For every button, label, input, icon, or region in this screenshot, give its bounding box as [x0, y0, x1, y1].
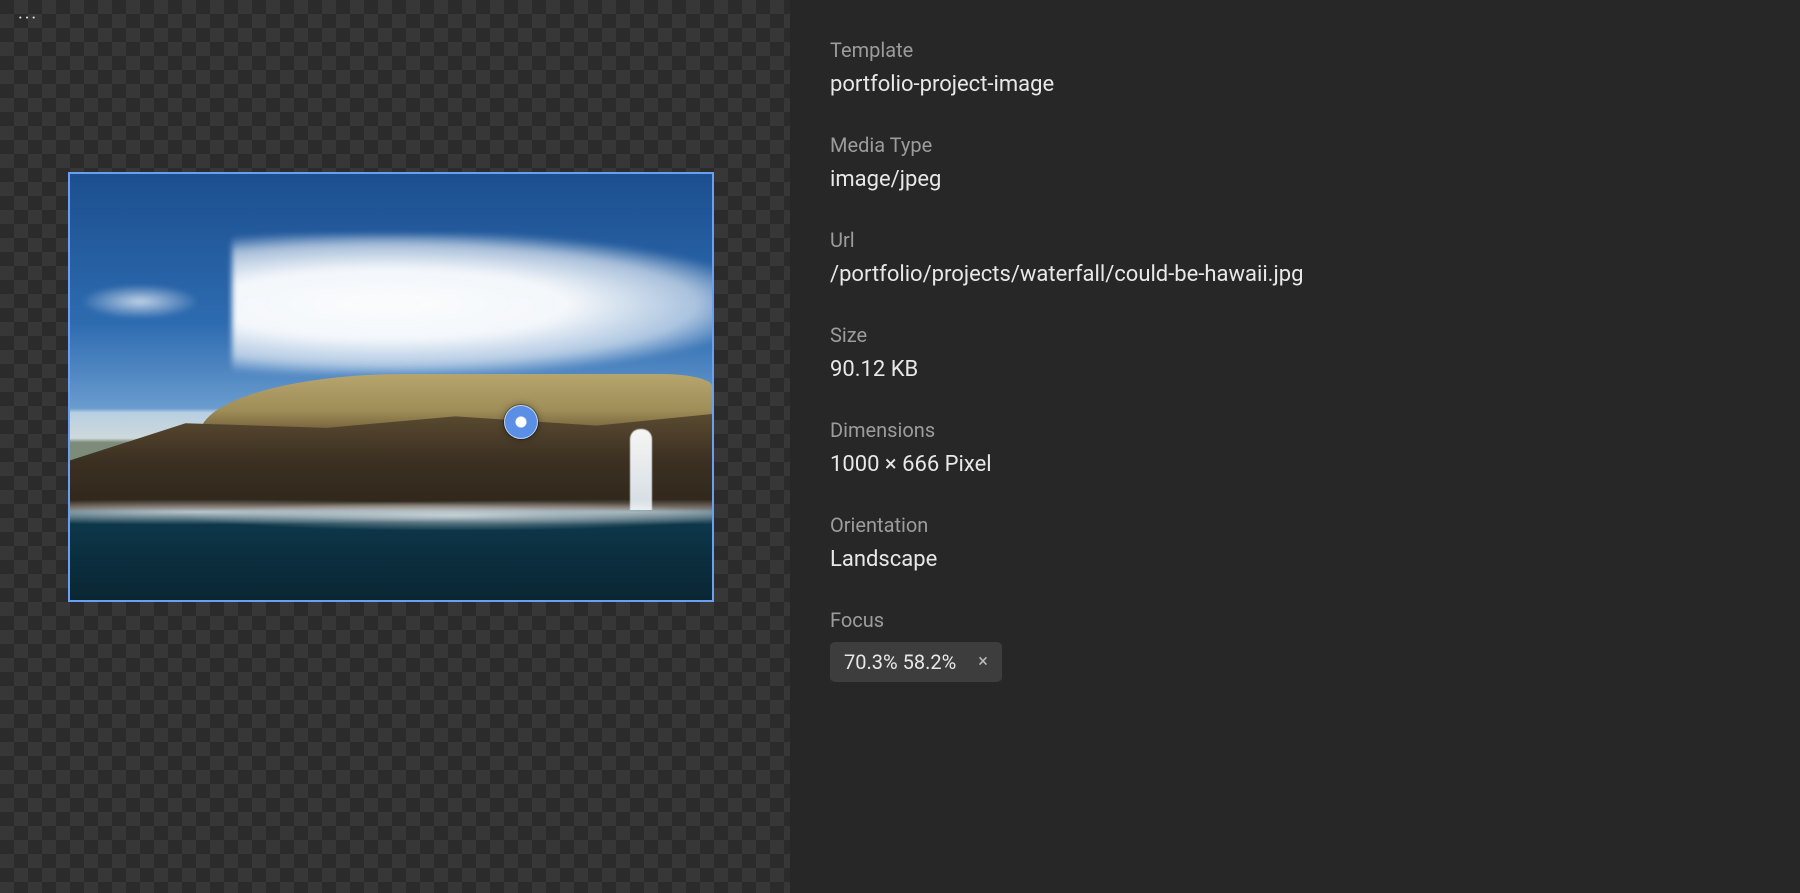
- field-value: 90.12 KB: [830, 357, 1760, 382]
- field-value: Landscape: [830, 547, 1760, 572]
- field-template: Template portfolio-project-image: [830, 38, 1760, 97]
- field-value: portfolio-project-image: [830, 72, 1760, 97]
- close-icon[interactable]: ×: [978, 653, 988, 671]
- focus-tag-text: 70.3% 58.2%: [844, 650, 956, 674]
- more-icon[interactable]: ···: [18, 10, 38, 28]
- field-value: image/jpeg: [830, 167, 1760, 192]
- field-media-type: Media Type image/jpeg: [830, 133, 1760, 192]
- field-label: Size: [830, 323, 1760, 347]
- canvas-panel: ···: [0, 0, 790, 893]
- field-size: Size 90.12 KB: [830, 323, 1760, 382]
- field-label: Media Type: [830, 133, 1760, 157]
- image-placeholder-cloud: [80, 284, 200, 319]
- field-value: /portfolio/projects/waterfall/could-be-h…: [830, 262, 1760, 287]
- field-label: Template: [830, 38, 1760, 62]
- image-placeholder-foam: [70, 494, 712, 530]
- image-preview[interactable]: [68, 172, 714, 602]
- field-label: Focus: [830, 608, 1760, 632]
- field-value: 1000 × 666 Pixel: [830, 452, 1760, 477]
- field-focus: Focus 70.3% 58.2% ×: [830, 608, 1760, 682]
- image-surface: [70, 174, 712, 600]
- field-orientation: Orientation Landscape: [830, 513, 1760, 572]
- focus-tag[interactable]: 70.3% 58.2% ×: [830, 642, 1002, 682]
- details-panel: Template portfolio-project-image Media T…: [790, 0, 1800, 893]
- field-label: Dimensions: [830, 418, 1760, 442]
- field-label: Url: [830, 228, 1760, 252]
- image-placeholder-cloud: [232, 234, 714, 374]
- focus-handle[interactable]: [504, 405, 538, 439]
- field-label: Orientation: [830, 513, 1760, 537]
- field-dimensions: Dimensions 1000 × 666 Pixel: [830, 418, 1760, 477]
- field-url: Url /portfolio/projects/waterfall/could-…: [830, 228, 1760, 287]
